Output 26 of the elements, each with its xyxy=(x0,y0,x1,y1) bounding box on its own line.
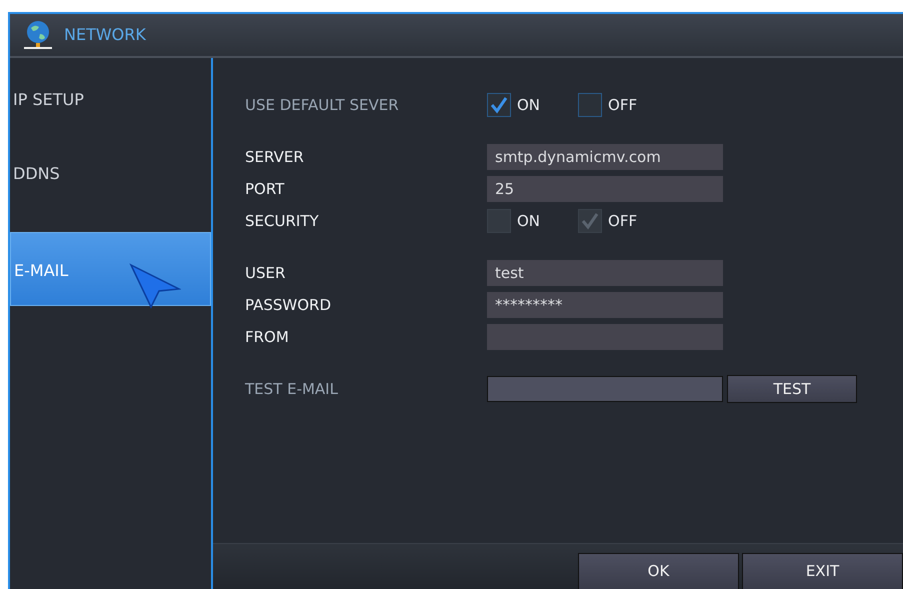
input-field[interactable]: smtp.dynamicmv.com xyxy=(487,144,723,170)
input-field[interactable]: test xyxy=(487,260,723,286)
field-label: PORT xyxy=(245,178,286,200)
globe-icon xyxy=(22,20,54,50)
footer-button[interactable]: EXIT xyxy=(742,553,903,589)
field-label: SECURITY xyxy=(245,210,320,232)
sidebar-item[interactable]: IP SETUP xyxy=(10,88,211,162)
input-field[interactable] xyxy=(487,324,723,350)
field-label: TEST E-MAIL xyxy=(245,378,339,400)
field-label: PASSWORD xyxy=(245,294,332,316)
window-title: NETWORK xyxy=(64,24,146,46)
input-field[interactable]: ********* xyxy=(487,292,723,318)
field-label: USER xyxy=(245,262,286,284)
input-field[interactable]: 25 xyxy=(487,176,723,202)
checkbox-label: OFF xyxy=(608,94,638,116)
field-label: USE DEFAULT SEVER xyxy=(245,94,400,116)
field-label: FROM xyxy=(245,326,290,348)
checkbox-label: ON xyxy=(517,210,540,232)
cursor-icon xyxy=(129,263,181,309)
input-field[interactable] xyxy=(487,376,723,402)
footer-button[interactable]: OK xyxy=(578,553,739,589)
checkmark-icon xyxy=(489,95,509,115)
field-label: SERVER xyxy=(245,146,305,168)
checkbox-label: ON xyxy=(517,94,540,116)
checkmark-icon xyxy=(580,211,600,231)
checkbox-label: OFF xyxy=(608,210,638,232)
